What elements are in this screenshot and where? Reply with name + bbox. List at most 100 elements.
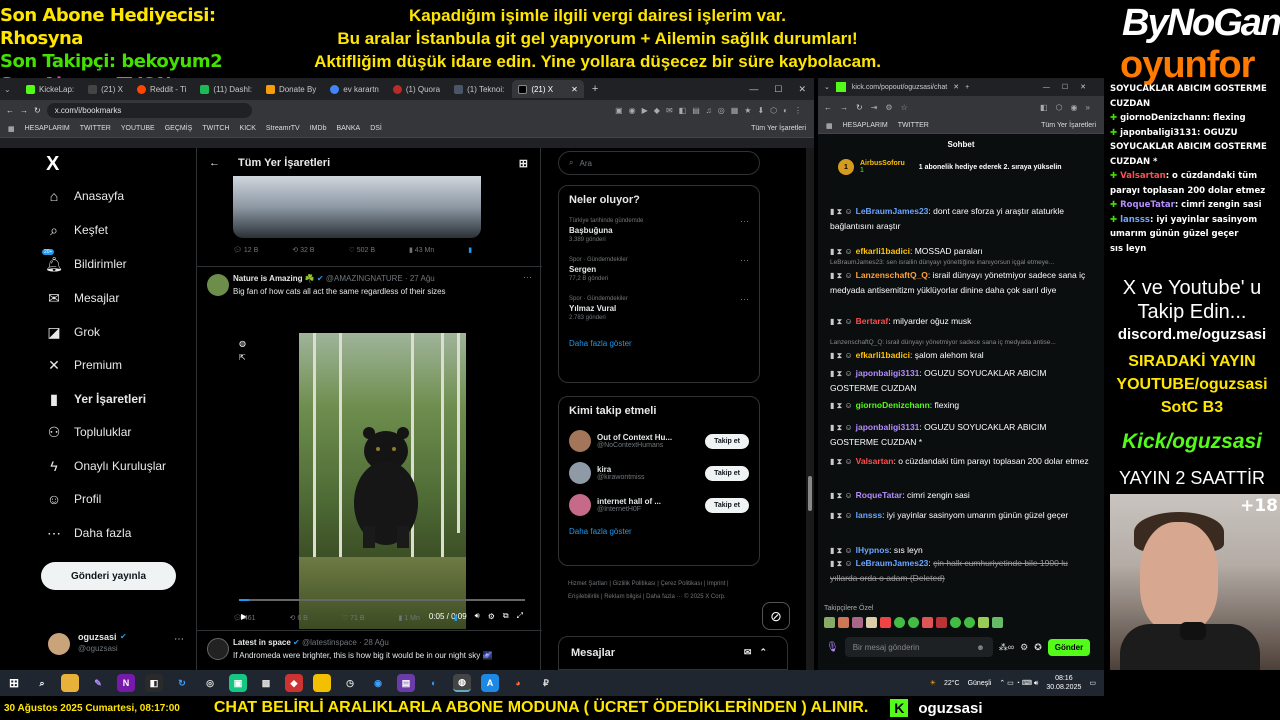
settings-icon[interactable]: ⚙ [488, 612, 495, 621]
feather-app-icon[interactable]: ✎ [89, 674, 107, 692]
all-bookmarks[interactable]: Tüm Yer İşaretleri [1041, 122, 1096, 129]
chrome-icon[interactable]: ◍ [453, 674, 471, 692]
bookmark-item[interactable]: YOUTUBE [121, 125, 155, 132]
chat-username[interactable]: efkarli1badici [856, 350, 910, 360]
forward-icon[interactable]: → [20, 106, 28, 115]
clock-app-icon[interactable]: ◷ [341, 674, 359, 692]
gift-leaderboard[interactable]: 1 AirbusSoforu 1 1 abonelik hediye ederek… [818, 154, 1104, 180]
bookmark-item[interactable]: TWITCH [202, 125, 229, 132]
view-count[interactable]: ▮ 43 Mn [409, 246, 434, 254]
emote-icon[interactable] [936, 617, 947, 628]
scrollbar[interactable] [806, 148, 814, 670]
app-icon[interactable]: ◧ [145, 674, 163, 692]
show-more-link[interactable]: Daha fazla göster [559, 521, 759, 542]
more-icon[interactable]: ⋯ [740, 216, 749, 227]
bookmark-active-icon[interactable]: ▮ [468, 246, 472, 254]
nav-verified-orgs[interactable]: ϟ Onaylı Kuruluşlar [46, 458, 186, 474]
chat-username[interactable]: LeBraumJames23 [856, 206, 929, 216]
browser-tab[interactable]: (11) Dashl: [194, 80, 258, 98]
video-progress[interactable] [239, 599, 525, 601]
extension-icons[interactable]: ▣◉▶◆✉◧▤♫◎▦★⬇⬡◐⋮ [615, 106, 808, 115]
gift-icon[interactable]: ✪ [1034, 642, 1042, 653]
emote-icon[interactable] [880, 617, 891, 628]
emote-icon[interactable] [950, 617, 961, 628]
nav-bookmarks[interactable]: ▮ Yer İşaretleri [46, 391, 186, 407]
bookmark-item[interactable]: DSİ [370, 125, 382, 132]
tab-search-icon[interactable]: ⌄ [824, 83, 830, 91]
bookmark-item[interactable]: StreamrTV [266, 125, 300, 132]
chat-username[interactable]: lansss [856, 510, 882, 520]
emoji-icon[interactable]: ☻ [976, 643, 984, 652]
browser-tab[interactable]: Reddit - Ti [131, 80, 192, 98]
weather-temp[interactable]: 22°C [944, 680, 960, 687]
follow-suggestion[interactable]: kira @kirawontmiss Takip et [559, 457, 759, 489]
video-player[interactable]: ◍ ⇱ ▶ 0:05 / 0:09 🔊︎ ⚙ ⧉ ⤢ [233, 333, 531, 629]
bookmark-item[interactable]: HESAPLARIM [25, 125, 70, 132]
file-explorer-icon[interactable] [61, 674, 79, 692]
sticky-notes-icon[interactable] [313, 674, 331, 692]
account-switcher[interactable]: oguzsasi ✔ @oguzsasi ⋯ [48, 630, 188, 658]
firefox-icon[interactable]: ◕ [509, 674, 527, 692]
forward-icon[interactable]: → [840, 103, 848, 112]
nav-notifications[interactable]: 🔔︎ 20+ Bildirimler [42, 249, 186, 272]
browser-tab[interactable]: (1) Teknoi: [448, 80, 510, 98]
chat-message[interactable]: ▮ ⧗ ☺ LeBraumJames23: çin halk cumhuriyet… [830, 556, 1096, 585]
close-window-icon[interactable]: ✕ [798, 84, 806, 95]
chat-message[interactable]: ▮ ⧗ ☺ LeBraumJames23: dont care sforza yi… [830, 204, 1096, 233]
browser-tab[interactable]: KickeLap: [20, 80, 80, 98]
compose-expand-icons[interactable]: ✉⌃ [744, 647, 775, 658]
chat-reply-context[interactable]: LeBraumJames23: sen israilin dünyayı yön… [830, 258, 1096, 268]
like-count[interactable]: ♡ 502 B [348, 246, 375, 254]
new-tab-icon[interactable]: + [965, 84, 969, 91]
all-bookmarks[interactable]: Tüm Yer İşaretleri [751, 125, 806, 132]
chat-username[interactable]: Valsartan [856, 456, 894, 466]
volume-icon[interactable]: 🔊︎ [475, 611, 480, 621]
trend-item[interactable]: Spor · Gündemdekiler Sergen 77,2 B gönderi… [559, 253, 759, 286]
reply-count[interactable]: 💬︎ 12 B [233, 246, 258, 254]
maximize-icon[interactable]: ☐ [774, 84, 782, 95]
reload-icon[interactable]: ↻ [856, 103, 863, 112]
repost-count[interactable]: ⟲ 32 B [292, 246, 314, 254]
emote-icon[interactable] [978, 617, 989, 628]
footer-links[interactable]: Hizmet Şartları | Gizlilik Politikası | … [568, 578, 758, 604]
post-button[interactable]: Gönderi yayınla [41, 562, 176, 590]
nav-explore[interactable]: ⌕ Keşfet [46, 222, 186, 238]
chat-username[interactable]: japonbaligi3131 [856, 422, 920, 432]
new-tab-icon[interactable]: + [592, 83, 598, 95]
bookmark-item[interactable]: GEÇMİŞ [165, 125, 193, 132]
chat-message[interactable]: ▮ ⧗ ☺ LanzenschaftQ_Q: israil dünyayı yön… [830, 268, 1096, 297]
browser-tab[interactable]: Donate By [260, 80, 322, 98]
emote-icon[interactable] [992, 617, 1003, 628]
follow-suggestion[interactable]: Out of Context Hu... @NoContextHumans Taki… [559, 425, 759, 457]
show-more-link[interactable]: Daha fazla göster [559, 333, 759, 354]
mic-icon[interactable]: 🎙︎ [826, 642, 839, 653]
fullscreen-icon[interactable]: ⤢ [517, 611, 523, 621]
chat-message[interactable]: ▮ ⧗ ☺ efkarli1badici: şalom alehom kral [830, 348, 1096, 363]
settings-icon[interactable]: ⚙ [1020, 642, 1028, 653]
bookmark-item[interactable]: BANKA [336, 125, 360, 132]
search-input[interactable]: ⌕ Ara [558, 151, 760, 175]
repost-count[interactable]: ⟲ 6 B [290, 614, 308, 622]
trend-item[interactable]: Spor · Gündemdekiler Yılmaz Vural 2.783 gö… [559, 292, 759, 325]
bookmark-item[interactable]: TWITTER [80, 125, 111, 132]
chat-username[interactable]: RoqueTatar [856, 490, 903, 500]
browser-tab-active[interactable]: (21) X ✕ [512, 80, 584, 98]
camera-icon[interactable]: ▩ [257, 674, 275, 692]
tab-search-icon[interactable]: ⌄ [4, 85, 18, 94]
browser-tab[interactable]: ev karartn [324, 80, 385, 98]
expand-icon[interactable]: ⇱ [239, 353, 246, 362]
nav-communities[interactable]: ⚇ Topluluklar [46, 424, 186, 440]
back-arrow-icon[interactable]: ← [209, 157, 220, 169]
grok-icon[interactable]: ◍ [239, 339, 246, 348]
send-button[interactable]: Gönder [1047, 638, 1091, 656]
tray-icons[interactable]: ⌃ ▭ ◔ ⌨ 🔊︎ [999, 679, 1038, 688]
emote-icon[interactable] [838, 617, 849, 628]
bookmark-item[interactable]: HESAPLARIM [843, 122, 888, 129]
chat-username[interactable]: japonbaligi3131 [856, 368, 920, 378]
more-icon[interactable]: ⋯ [523, 272, 532, 283]
chat-message[interactable]: ▮ ⧗ ☺ RoqueTatar: cimri zengin sasi [830, 488, 1096, 503]
start-icon[interactable]: ⊞ [5, 674, 23, 692]
emote-icon[interactable] [866, 617, 877, 628]
view-count[interactable]: ▮ 1 Mn [399, 614, 420, 622]
app-icon[interactable]: ▣ [229, 674, 247, 692]
